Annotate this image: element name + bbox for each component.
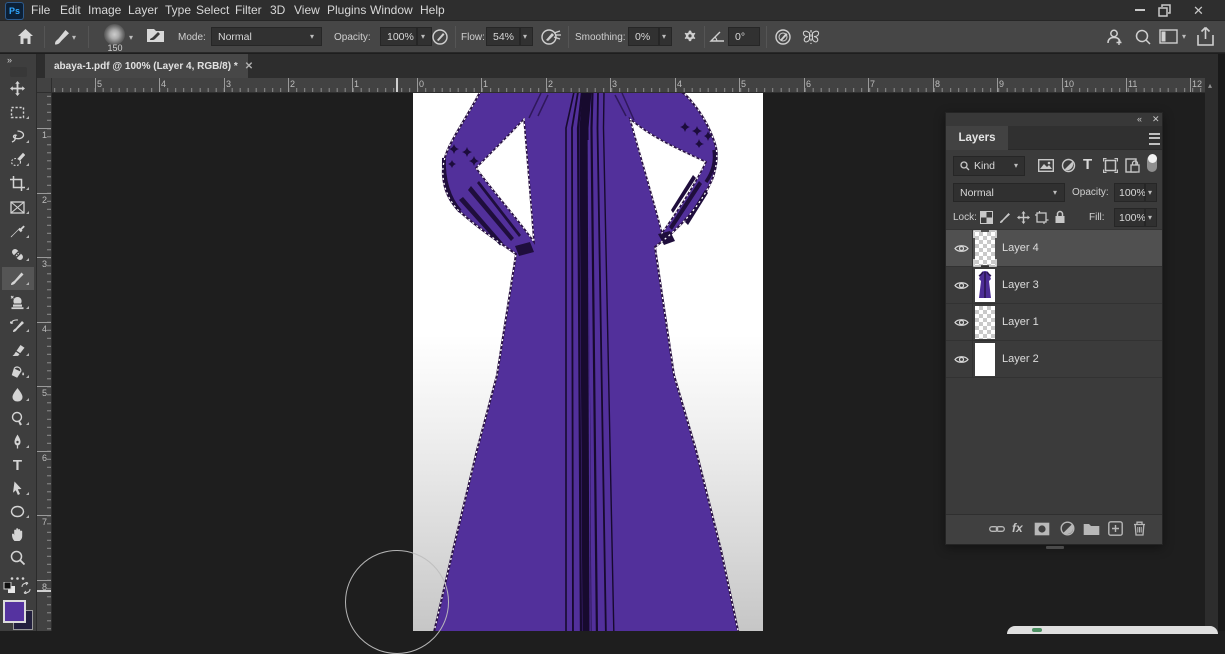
svg-text:T: T — [13, 457, 22, 472]
